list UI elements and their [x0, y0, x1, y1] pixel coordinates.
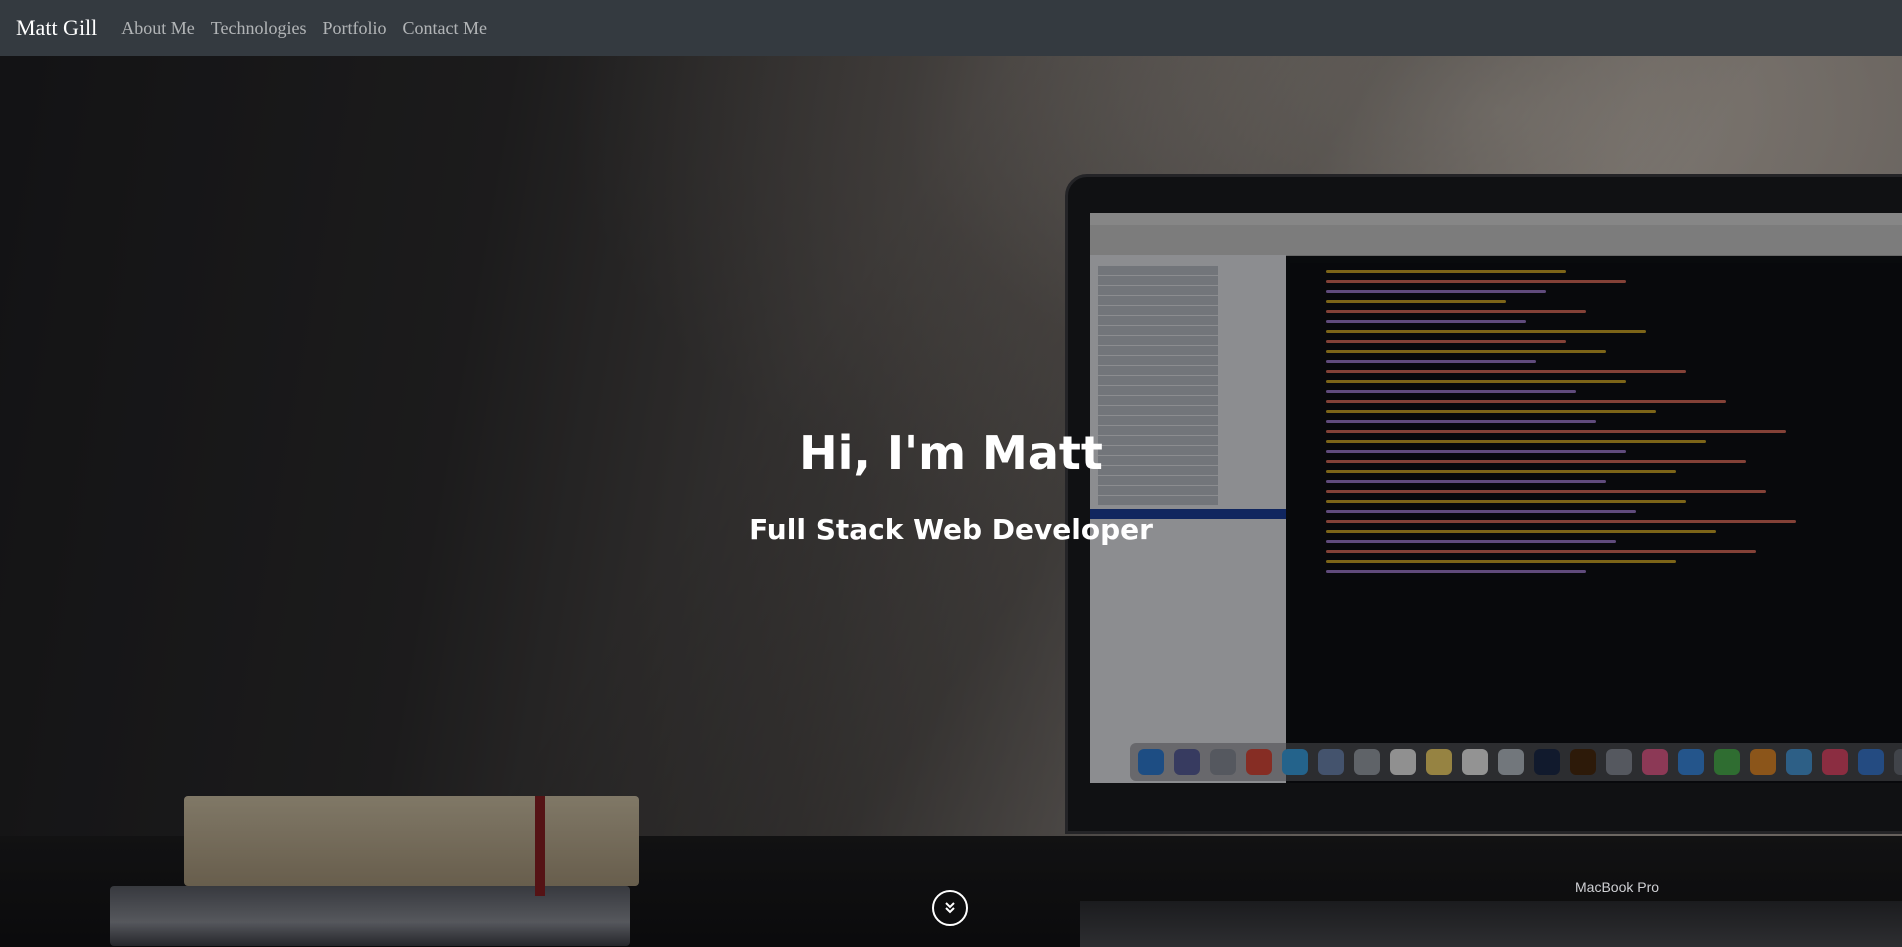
nav-link-technologies[interactable]: Technologies — [211, 18, 307, 39]
navbar: Matt Gill About Me Technologies Portfoli… — [0, 0, 1902, 56]
chevron-double-down-icon — [945, 902, 955, 914]
hero-section: MacBook Pro Hi, I'm Matt Full Stack Web … — [0, 56, 1902, 947]
hero-title: Hi, I'm Matt — [799, 426, 1103, 480]
scroll-down-button[interactable] — [932, 890, 968, 926]
hero-subtitle: Full Stack Web Developer — [749, 513, 1153, 546]
brand-link[interactable]: Matt Gill — [16, 15, 97, 41]
laptop-label: MacBook Pro — [1575, 879, 1660, 895]
nav-link-contact-me[interactable]: Contact Me — [403, 18, 487, 39]
hero-overlay — [0, 56, 1902, 947]
nav-link-about-me[interactable]: About Me — [121, 18, 195, 39]
nav-link-portfolio[interactable]: Portfolio — [323, 18, 387, 39]
